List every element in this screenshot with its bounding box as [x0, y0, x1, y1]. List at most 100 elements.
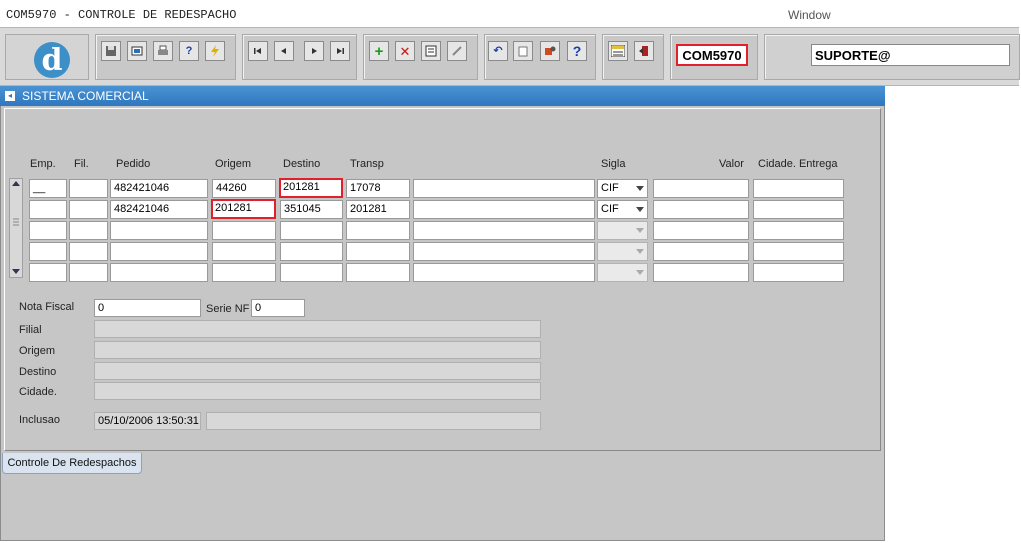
cell-emp[interactable] — [29, 242, 67, 261]
origem-field — [94, 341, 541, 359]
label-origem: Origem — [19, 345, 56, 357]
cell-valor[interactable] — [653, 221, 749, 240]
chevron-down-icon[interactable] — [633, 180, 647, 197]
cell-pedido[interactable] — [110, 242, 208, 261]
label-nota-fiscal: Nota Fiscal — [19, 301, 75, 313]
cell-sigla[interactable]: CIF — [597, 200, 648, 219]
cell-destino[interactable]: 201281 — [279, 178, 343, 198]
cell-cidade-entrega[interactable] — [753, 221, 844, 240]
header-fil: Fil. — [74, 158, 89, 170]
cell-transp-desc[interactable] — [413, 221, 595, 240]
cell-cidade-entrega[interactable] — [753, 200, 844, 219]
window-menu-icon[interactable]: ◂ — [5, 91, 15, 101]
undo-icon[interactable]: ↶ — [488, 41, 508, 61]
cell-valor[interactable] — [653, 242, 749, 261]
execute-query-icon[interactable] — [205, 41, 225, 61]
menu-window[interactable]: Window — [788, 8, 831, 22]
cell-pedido[interactable]: 482421046 — [110, 200, 208, 219]
destino-field — [94, 362, 541, 380]
previous-record-icon[interactable] — [274, 41, 294, 61]
cell-valor[interactable] — [653, 179, 749, 198]
menu-icon[interactable] — [608, 41, 628, 61]
cell-transp[interactable]: 17078 — [346, 179, 410, 198]
cell-cidade-entrega[interactable] — [753, 179, 844, 198]
label-cidade: Cidade. — [19, 386, 57, 398]
nota-fiscal-field[interactable]: 0 — [94, 299, 201, 317]
cell-destino[interactable] — [280, 242, 343, 261]
cell-transp-desc[interactable] — [413, 263, 595, 282]
first-record-icon[interactable] — [248, 41, 268, 61]
cell-fil[interactable] — [69, 200, 108, 219]
save-icon[interactable] — [101, 41, 121, 61]
cell-cidade-entrega[interactable] — [753, 242, 844, 261]
chevron-down-icon[interactable] — [633, 201, 647, 218]
cell-destino[interactable] — [280, 221, 343, 240]
cell-fil[interactable] — [69, 263, 108, 282]
delete-record-icon[interactable]: ✕ — [395, 41, 415, 61]
cell-pedido[interactable] — [110, 221, 208, 240]
next-record-icon[interactable] — [304, 41, 324, 61]
help-icon[interactable]: ? — [567, 41, 587, 61]
last-record-icon[interactable] — [330, 41, 350, 61]
header-sigla: Sigla — [601, 158, 626, 170]
lov-icon[interactable] — [421, 41, 441, 61]
cell-emp[interactable] — [29, 221, 67, 240]
cell-pedido[interactable]: 482421046 — [110, 179, 208, 198]
cell-origem[interactable]: 201281 — [211, 199, 276, 219]
header-valor: Valor — [719, 158, 744, 170]
cell-emp[interactable]: __ — [29, 179, 67, 198]
cell-valor[interactable] — [653, 200, 749, 219]
cell-origem[interactable]: 44260 — [212, 179, 276, 198]
header-destino: Destino — [283, 158, 321, 170]
cell-transp-desc[interactable] — [413, 179, 595, 198]
insert-record-icon[interactable]: + — [369, 41, 389, 61]
cell-cidade-entrega[interactable] — [753, 263, 844, 282]
exit-icon[interactable] — [634, 41, 654, 61]
window-title: COM5970 - CONTROLE DE REDESPACHO — [6, 8, 237, 22]
window-icon[interactable] — [127, 41, 147, 61]
print-icon[interactable] — [153, 41, 173, 61]
cell-sigla-value: CIF — [601, 203, 619, 215]
label-filial: Filial — [19, 324, 42, 336]
cell-fil[interactable] — [69, 242, 108, 261]
cell-transp[interactable] — [346, 263, 410, 282]
cell-emp[interactable] — [29, 200, 67, 219]
cell-origem[interactable] — [212, 263, 276, 282]
cell-origem[interactable] — [212, 221, 276, 240]
cell-transp-desc[interactable] — [413, 200, 595, 219]
cell-transp[interactable] — [346, 242, 410, 261]
cell-emp[interactable] — [29, 263, 67, 282]
cell-pedido[interactable] — [110, 263, 208, 282]
label-serie-nf: Serie NF — [206, 303, 250, 315]
cell-sigla[interactable] — [597, 263, 648, 282]
cell-sigla[interactable] — [597, 242, 648, 261]
query-help-icon[interactable]: ? — [179, 41, 199, 61]
grid-scrollbar[interactable] — [9, 178, 23, 278]
cell-transp[interactable] — [346, 221, 410, 240]
chevron-down-icon[interactable] — [633, 222, 647, 239]
cell-valor[interactable] — [653, 263, 749, 282]
cell-transp[interactable]: 201281 — [346, 200, 410, 219]
header-emp: Emp. — [30, 158, 56, 170]
chevron-down-icon[interactable] — [633, 264, 647, 281]
cell-origem[interactable] — [212, 242, 276, 261]
header-transp: Transp — [350, 158, 384, 170]
tools-icon[interactable] — [540, 41, 560, 61]
edit-icon[interactable] — [447, 41, 467, 61]
tab-controle-redespachos[interactable]: Controle De Redespachos — [2, 453, 142, 474]
cell-sigla-value: CIF — [601, 182, 619, 194]
clipboard-icon[interactable] — [513, 41, 533, 61]
chevron-down-icon[interactable] — [633, 243, 647, 260]
cell-fil[interactable] — [69, 221, 108, 240]
cell-sigla[interactable] — [597, 221, 648, 240]
header-origem: Origem — [215, 158, 252, 170]
panel-header: ◂ SISTEMA COMERCIAL — [0, 86, 885, 106]
label-inclusao: Inclusao — [19, 414, 60, 426]
cell-destino[interactable] — [280, 263, 343, 282]
cell-sigla[interactable]: CIF — [597, 179, 648, 198]
cidade-field — [94, 382, 541, 400]
serie-nf-field[interactable]: 0 — [251, 299, 305, 317]
cell-transp-desc[interactable] — [413, 242, 595, 261]
cell-destino[interactable]: 351045 — [280, 200, 343, 219]
cell-fil[interactable] — [69, 179, 108, 198]
